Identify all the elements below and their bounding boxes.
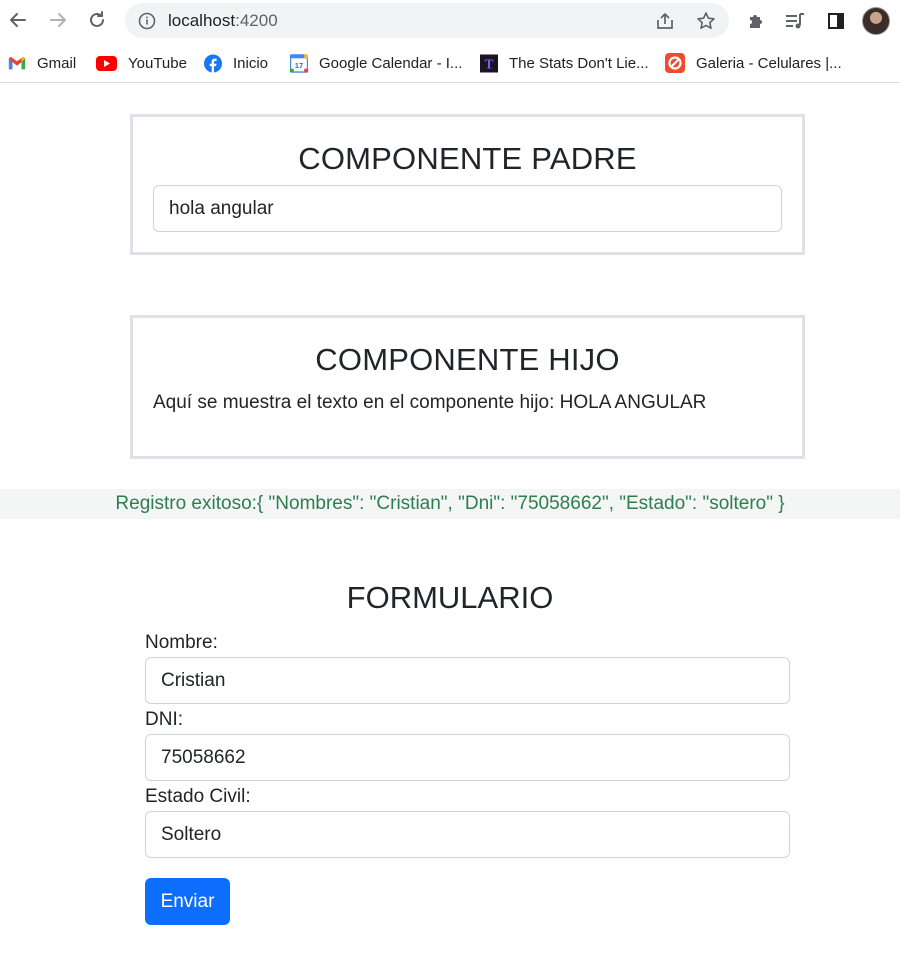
componente-hijo-title: COMPONENTE HIJO: [315, 342, 620, 377]
bookmark-label: Gmail: [37, 54, 77, 72]
bookmark-google-calendar[interactable]: 17 Google Calendar - I...: [290, 52, 462, 74]
facebook-icon: [204, 54, 222, 72]
google-calendar-icon: 17: [290, 53, 308, 73]
reload-icon[interactable]: [84, 7, 110, 33]
stats-site-icon: T: [480, 54, 498, 72]
forward-arrow-icon[interactable]: [45, 7, 71, 33]
browser-toolbar: localhost:4200: [0, 0, 900, 42]
share-icon[interactable]: [655, 11, 675, 31]
side-panel-icon[interactable]: [825, 10, 847, 32]
success-alert: Registro exitoso:{ "Nombres": "Cristian"…: [0, 489, 900, 519]
bookmark-inicio[interactable]: Inicio: [204, 52, 268, 74]
nombre-label: Nombre:: [145, 632, 218, 653]
hijo-message: Aquí se muestra el texto en el component…: [153, 392, 707, 413]
bookmark-youtube[interactable]: YouTube: [96, 52, 187, 74]
galeria-icon: [665, 53, 685, 73]
gmail-icon: [8, 54, 26, 72]
bookmark-galeria[interactable]: Galeria - Celulares |...: [665, 52, 842, 74]
bookmark-stats[interactable]: T The Stats Don't Lie...: [480, 52, 649, 74]
media-queue-icon[interactable]: [784, 10, 806, 32]
bookmark-label: The Stats Don't Lie...: [509, 54, 649, 72]
site-info-icon[interactable]: [138, 12, 156, 35]
bookmark-label: Galeria - Celulares |...: [696, 54, 842, 72]
dni-label: DNI:: [145, 709, 183, 730]
calendar-day-number: 17: [295, 61, 303, 70]
address-bar[interactable]: localhost:4200: [125, 3, 729, 38]
back-arrow-icon[interactable]: [5, 7, 31, 33]
bookmark-label: YouTube: [128, 54, 187, 72]
estado-civil-input[interactable]: [145, 811, 790, 858]
componente-padre-title: COMPONENTE PADRE: [298, 141, 637, 176]
bookmark-label: Inicio: [233, 54, 269, 72]
profile-avatar[interactable]: [862, 7, 890, 35]
youtube-icon: [96, 54, 117, 72]
url-text: localhost:4200: [168, 11, 278, 31]
bookmark-gmail[interactable]: Gmail: [8, 52, 76, 74]
enviar-button[interactable]: Enviar: [145, 878, 230, 925]
dni-input[interactable]: [145, 734, 790, 781]
url-port: :4200: [235, 11, 278, 30]
url-host: localhost: [168, 11, 236, 30]
nombre-input[interactable]: [145, 657, 790, 704]
bookmarks-bar: Gmail YouTube Inicio 17 Google Calendar …: [0, 42, 900, 83]
bookmark-star-icon[interactable]: [696, 11, 716, 31]
componente-padre-card: COMPONENTE PADRE: [130, 114, 805, 255]
bookmark-label: Google Calendar - I...: [319, 54, 463, 72]
componente-hijo-card: COMPONENTE HIJO Aquí se muestra el texto…: [130, 315, 805, 459]
estado-civil-label: Estado Civil:: [145, 786, 251, 807]
form-title: FORMULARIO: [346, 580, 554, 615]
stats-letter: T: [485, 56, 494, 71]
padre-text-input[interactable]: [153, 185, 782, 232]
extensions-puzzle-icon[interactable]: [745, 10, 767, 32]
